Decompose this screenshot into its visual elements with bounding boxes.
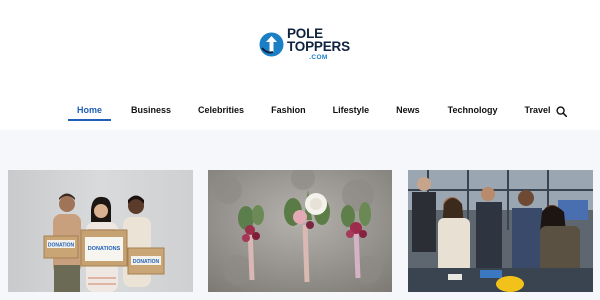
nav-item-home[interactable]: Home: [68, 101, 112, 121]
logo-wordmark: POLE TOPPERS .COM: [287, 27, 350, 62]
nav-item-technology[interactable]: Technology: [448, 101, 498, 121]
logo-line-pole: POLE: [287, 25, 323, 41]
main-nav: Home Business Celebrities Fashion Lifest…: [68, 101, 551, 123]
site-logo[interactable]: POLE TOPPERS .COM: [259, 27, 350, 62]
nav-item-celebrities[interactable]: Celebrities: [198, 101, 244, 121]
box-label-2: DONATIONS: [88, 246, 121, 252]
article-card-1[interactable]: DONATION DONATIONS DONATION: [8, 170, 193, 292]
article-card-2[interactable]: [208, 170, 392, 292]
article-image-donation: DONATION DONATIONS DONATION: [8, 170, 193, 292]
search-icon[interactable]: [556, 106, 567, 117]
box-label-3: DONATION: [133, 259, 160, 265]
nav-item-travel[interactable]: Travel: [524, 101, 550, 121]
box-label-1: DONATION: [48, 243, 75, 249]
logo-line-toppers: TOPPERS: [287, 39, 350, 55]
article-image-boutonnieres: [208, 170, 392, 292]
site-header: POLE TOPPERS .COM Home Business Celebrit…: [0, 0, 600, 130]
article-card-3[interactable]: [408, 170, 593, 292]
article-image-meeting: [408, 170, 593, 292]
nav-item-fashion[interactable]: Fashion: [271, 101, 306, 121]
logo-line-com: .COM: [309, 53, 328, 61]
nav-item-lifestyle[interactable]: Lifestyle: [333, 101, 370, 121]
nav-item-news[interactable]: News: [396, 101, 420, 121]
logo-arrow-icon: [259, 32, 284, 56]
nav-item-business[interactable]: Business: [131, 101, 171, 121]
